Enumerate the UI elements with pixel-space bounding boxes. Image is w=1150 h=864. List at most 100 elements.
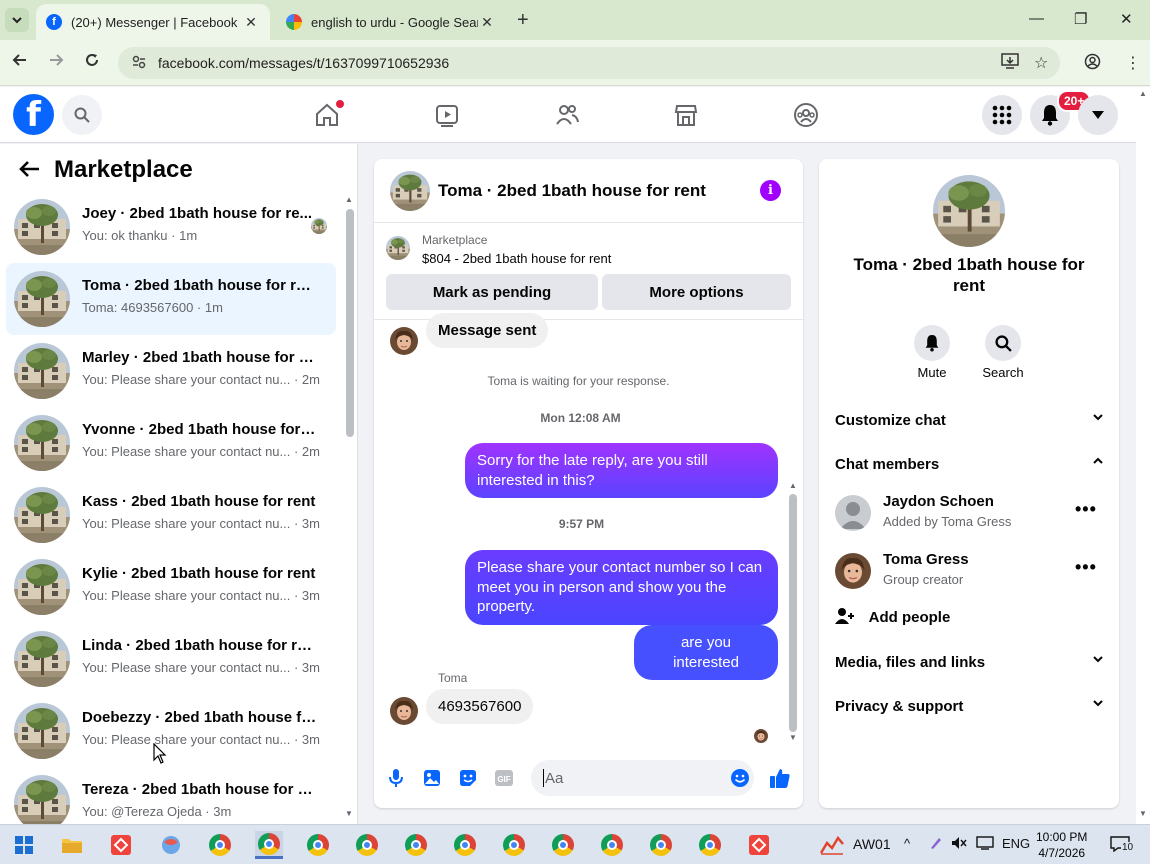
member-row-jaydon[interactable]: Jaydon Schoen Added by Toma Gress ••• xyxy=(835,491,1105,535)
emoji-icon[interactable] xyxy=(729,767,751,789)
chrome-icon[interactable] xyxy=(500,831,528,859)
site-settings-icon[interactable] xyxy=(132,55,146,72)
browser-tab-messenger[interactable]: f (20+) Messenger | Facebook ✕ xyxy=(36,4,270,40)
tray-expand-icon[interactable]: ^ xyxy=(904,836,910,851)
chrome-icon[interactable] xyxy=(696,831,724,859)
outgoing-message[interactable]: Please share your contact number so I ca… xyxy=(465,550,778,625)
outgoing-message[interactable]: Sorry for the late reply, are you still … xyxy=(465,443,778,498)
tray-label[interactable]: AW01 xyxy=(853,836,891,852)
scroll-down-arrow-icon[interactable]: ▼ xyxy=(345,809,353,818)
chrome-icon[interactable] xyxy=(353,831,381,859)
scroll-up-arrow-icon[interactable]: ▲ xyxy=(789,481,797,490)
friends-icon[interactable] xyxy=(553,101,581,129)
system-clock[interactable]: 10:00 PM 4/7/2026 xyxy=(1036,829,1087,861)
chrome-icon[interactable] xyxy=(549,831,577,859)
close-window-icon[interactable]: ✕ xyxy=(1120,10,1133,28)
chat-thumbnail[interactable] xyxy=(390,171,430,211)
listing-price-title[interactable]: $804 - 2bed 1bath house for rent xyxy=(422,251,611,266)
app-icon[interactable] xyxy=(157,831,185,859)
conversation-row[interactable]: Kass · 2bed 1bath house for rent You: Ple… xyxy=(6,479,336,551)
address-bar[interactable]: facebook.com/messages/t/1637099710652936 xyxy=(118,47,1060,79)
tab-search-button[interactable] xyxy=(5,8,29,32)
pen-icon[interactable] xyxy=(929,836,943,853)
outgoing-message[interactable]: are you interested xyxy=(634,625,778,680)
message-sent-bubble[interactable]: Message sent xyxy=(426,313,549,348)
incoming-message[interactable]: 4693567600 xyxy=(426,689,534,724)
photo-icon[interactable] xyxy=(421,767,443,789)
chrome-icon[interactable] xyxy=(206,831,234,859)
network-icon[interactable] xyxy=(976,836,994,853)
info-icon[interactable]: i xyxy=(760,180,781,201)
message-input[interactable]: Aa xyxy=(531,760,754,796)
toma-avatar[interactable] xyxy=(390,327,418,355)
like-thumb-icon[interactable] xyxy=(769,767,791,789)
media-files-links-section[interactable]: Media, files and links xyxy=(835,654,1103,671)
chat-title[interactable]: Toma · 2bed 1bath house for rent xyxy=(438,181,706,201)
chrome-icon[interactable] xyxy=(304,831,332,859)
menu-grid-button[interactable] xyxy=(982,95,1022,135)
search-in-chat-button[interactable] xyxy=(985,325,1021,361)
listing-thumbnail[interactable] xyxy=(386,236,410,260)
chat-large-thumbnail[interactable] xyxy=(933,175,1005,247)
profile-icon[interactable] xyxy=(1084,53,1101,75)
browser-tab-google[interactable]: english to urdu - Google Search ✕ xyxy=(276,4,506,40)
microphone-icon[interactable] xyxy=(385,767,407,789)
chrome-icon[interactable] xyxy=(647,831,675,859)
mark-as-pending-button[interactable]: Mark as pending xyxy=(386,274,598,310)
more-options-icon[interactable]: ••• xyxy=(1075,499,1097,520)
close-tab-icon[interactable]: ✕ xyxy=(478,14,496,31)
conversation-row[interactable]: Tereza · 2bed 1bath house for rent You: @… xyxy=(6,767,336,824)
conversation-list-scrollbar[interactable] xyxy=(346,209,354,437)
more-options-button[interactable]: More options xyxy=(602,274,791,310)
notification-center-icon[interactable]: 10 xyxy=(1110,836,1135,855)
forward-arrow-icon[interactable] xyxy=(48,52,64,73)
conversation-row[interactable]: Doebezzy · 2bed 1bath house fo... You: Pl… xyxy=(6,695,336,767)
customize-chat-section[interactable]: Customize chat xyxy=(835,412,1103,429)
chrome-icon[interactable] xyxy=(402,831,430,859)
browser-menu-icon[interactable]: ⋮ xyxy=(1125,53,1141,73)
video-icon[interactable] xyxy=(433,101,461,129)
restore-icon[interactable]: ❐ xyxy=(1074,10,1087,28)
reload-icon[interactable] xyxy=(84,52,100,73)
scroll-down-arrow-icon[interactable]: ▼ xyxy=(789,733,797,742)
back-arrow-icon[interactable] xyxy=(12,52,28,73)
minimize-icon[interactable]: — xyxy=(1029,10,1044,27)
page-scrollbar[interactable]: ▲ ▼ xyxy=(1136,87,1150,824)
install-app-icon[interactable] xyxy=(1001,53,1019,74)
language-indicator[interactable]: ENG xyxy=(1002,836,1030,851)
facebook-logo-icon[interactable]: f xyxy=(13,94,54,135)
mute-button[interactable] xyxy=(914,325,950,361)
file-explorer-icon[interactable] xyxy=(58,831,86,859)
chat-members-section[interactable]: Chat members xyxy=(835,456,1103,473)
more-options-icon[interactable]: ••• xyxy=(1075,557,1097,578)
conversation-row[interactable]: Marley · 2bed 1bath house for re... You: … xyxy=(6,335,336,407)
stock-chart-icon[interactable] xyxy=(818,831,846,859)
message-scrollbar[interactable] xyxy=(789,494,797,732)
marketplace-icon[interactable] xyxy=(672,101,700,129)
add-people-button[interactable]: Add people xyxy=(835,607,950,626)
scroll-up-arrow-icon[interactable]: ▲ xyxy=(1139,89,1147,98)
anydesk-icon[interactable] xyxy=(745,831,773,859)
chrome-icon[interactable] xyxy=(598,831,626,859)
conversation-row[interactable]: Toma · 2bed 1bath house for rent Toma: 46… xyxy=(6,263,336,335)
toma-avatar[interactable] xyxy=(390,697,418,725)
account-button[interactable] xyxy=(1078,95,1118,135)
back-arrow-icon[interactable] xyxy=(18,160,40,183)
volume-muted-icon[interactable] xyxy=(951,836,967,853)
groups-icon[interactable] xyxy=(792,101,820,129)
facebook-search-button[interactable] xyxy=(62,95,102,135)
new-tab-icon[interactable]: + xyxy=(517,9,529,32)
scroll-down-arrow-icon[interactable]: ▼ xyxy=(1139,809,1147,818)
privacy-support-section[interactable]: Privacy & support xyxy=(835,698,1103,715)
close-tab-icon[interactable]: ✕ xyxy=(242,14,260,31)
windows-start-icon[interactable] xyxy=(10,831,38,859)
sticker-icon[interactable] xyxy=(457,767,479,789)
chrome-icon[interactable] xyxy=(451,831,479,859)
conversation-row[interactable]: Linda · 2bed 1bath house for rent You: Pl… xyxy=(6,623,336,695)
gif-icon[interactable]: GIF xyxy=(493,767,515,789)
anydesk-icon[interactable] xyxy=(107,831,135,859)
scroll-up-arrow-icon[interactable]: ▲ xyxy=(345,195,353,204)
member-row-toma[interactable]: Toma Gress Group creator ••• xyxy=(835,549,1105,593)
conversation-row[interactable]: Joey · 2bed 1bath house for re... You: ok… xyxy=(6,191,336,263)
conversation-row[interactable]: Kylie · 2bed 1bath house for rent You: Pl… xyxy=(6,551,336,623)
